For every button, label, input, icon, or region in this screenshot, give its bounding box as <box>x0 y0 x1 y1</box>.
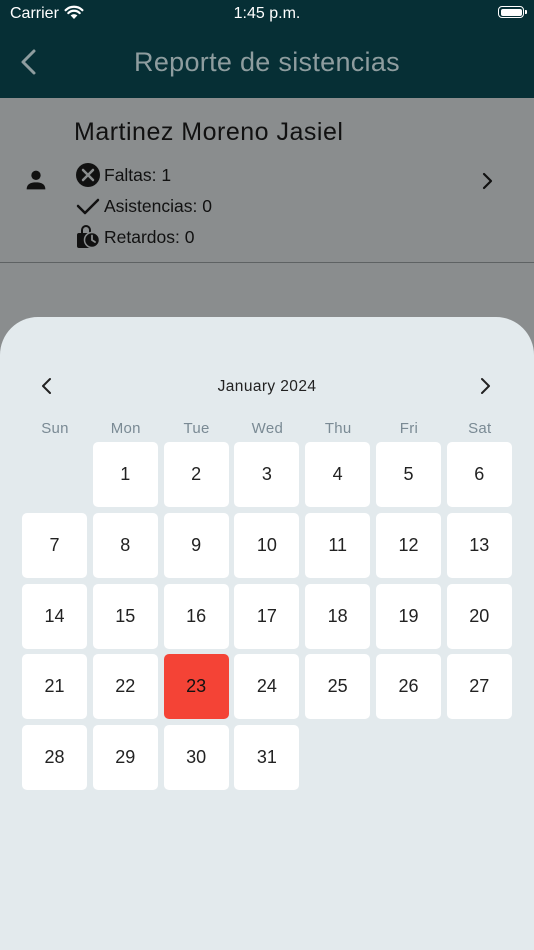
retardos-label: Retardos: 0 <box>104 226 195 247</box>
day-cell[interactable]: 29 <box>92 725 158 791</box>
retardos-row: Retardos: 0 <box>74 224 194 250</box>
day-cell[interactable]: 30 <box>163 725 229 791</box>
late-clock-icon <box>77 225 101 249</box>
weekday-label: Mon <box>110 420 141 437</box>
battery-icon <box>498 6 527 18</box>
day-cell[interactable]: 7 <box>22 512 87 578</box>
weekday-label: Tue <box>183 420 210 437</box>
chevron-right-icon <box>482 172 493 190</box>
student-name: Martinez Moreno Jasiel <box>74 118 344 146</box>
day-cell[interactable]: 12 <box>376 512 441 578</box>
day-cell[interactable]: 14 <box>22 583 87 649</box>
status-bar: Carrier 1:45 p.m. <box>0 0 534 30</box>
day-cell[interactable]: 28 <box>22 725 87 791</box>
month-label: January 2024 <box>217 378 317 395</box>
day-cell[interactable]: 25 <box>305 654 371 720</box>
day-cell[interactable]: 16 <box>163 583 229 649</box>
day-cell[interactable]: 21 <box>22 654 87 720</box>
day-cell[interactable]: 13 <box>446 512 512 578</box>
asistencias-row: Asistencias: 0 <box>74 193 212 219</box>
day-cell[interactable]: 18 <box>305 583 371 649</box>
day-cell[interactable]: 24 <box>234 654 300 720</box>
day-cell[interactable]: 4 <box>305 442 371 507</box>
weekday-label: Fri <box>399 420 419 437</box>
calendar-sheet: January 2024 Sun Mon Tue Wed Thu Fri Sat 12345… <box>0 317 534 950</box>
day-cell[interactable]: 11 <box>305 512 371 578</box>
weekday-label: Sat <box>468 420 492 437</box>
day-cell[interactable]: 3 <box>234 442 300 507</box>
day-cell[interactable]: 8 <box>92 512 158 578</box>
day-cell[interactable]: 31 <box>234 725 300 791</box>
check-icon <box>76 198 100 215</box>
day-cell[interactable]: 2 <box>163 442 229 507</box>
day-cell[interactable]: 26 <box>376 654 441 720</box>
day-cell[interactable]: 9 <box>163 512 229 578</box>
day-cell-selected[interactable]: 23 <box>163 654 229 720</box>
faltas-row: Faltas: 1 <box>74 162 171 188</box>
page-title: Reporte de sistencias <box>134 47 400 77</box>
person-icon <box>26 170 46 190</box>
day-cell[interactable]: 15 <box>92 583 158 649</box>
asistencias-label: Asistencias: 0 <box>104 195 212 216</box>
day-cell[interactable]: 20 <box>446 583 512 649</box>
day-cell[interactable]: 19 <box>376 583 441 649</box>
day-cell[interactable]: 22 <box>92 654 158 720</box>
status-time: 1:45 p.m. <box>233 5 301 22</box>
next-month-button[interactable] <box>474 375 496 397</box>
day-cell[interactable]: 27 <box>446 654 512 720</box>
day-cell[interactable]: 5 <box>376 442 441 507</box>
student-card[interactable]: Martinez Moreno Jasiel Faltas: 1 Asisten… <box>0 98 534 263</box>
cancel-icon <box>76 163 100 187</box>
weekday-label: Thu <box>324 420 352 437</box>
faltas-label: Faltas: 1 <box>104 164 172 185</box>
app-header: Carrier 1:45 p.m. Reporte de sistencias <box>0 0 534 98</box>
day-cell[interactable]: 17 <box>234 583 300 649</box>
day-cell[interactable]: 10 <box>234 512 300 578</box>
day-cell[interactable]: 1 <box>92 442 158 507</box>
weekday-label: Sun <box>41 420 69 437</box>
weekday-label: Wed <box>251 420 284 437</box>
day-cell[interactable]: 6 <box>446 442 512 507</box>
